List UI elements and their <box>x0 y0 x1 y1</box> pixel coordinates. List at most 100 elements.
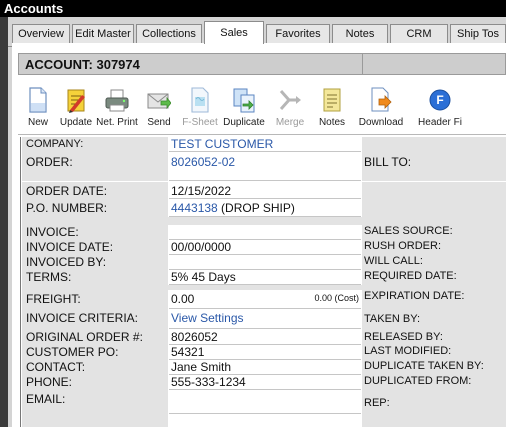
order-form: COMPANY: TEST CUSTOMER ORDER: 8026052-02… <box>20 137 506 427</box>
last-modified-label: LAST MODIFIED: <box>362 345 506 360</box>
net-print-button[interactable]: Net. Print <box>96 83 138 133</box>
row-po-number: P.O. NUMBER: 4443138 (DROP SHIP) <box>22 199 506 217</box>
duplicated-from-label: DUPLICATED FROM: <box>362 375 506 390</box>
merge-label: Merge <box>275 117 305 128</box>
account-title: ACCOUNT: 307974 <box>25 57 140 72</box>
header-file-icon: F <box>429 89 451 111</box>
po-number-suffix: (DROP SHIP) <box>217 201 295 215</box>
contact-value: Jane Smith <box>169 360 361 375</box>
notes-icon <box>323 88 341 112</box>
terms-label: TERMS: <box>22 270 168 285</box>
view-settings-link[interactable]: View Settings <box>169 309 361 329</box>
tab-sales[interactable]: Sales <box>204 21 264 44</box>
row-invoice-date: INVOICE DATE: 00/00/0000 RUSH ORDER: <box>22 240 506 255</box>
row-customer-po: CUSTOMER PO: 54321 LAST MODIFIED: <box>22 345 506 360</box>
freight-cost: 0.00 (Cost) <box>314 293 359 303</box>
freight-label: FREIGHT: <box>22 290 168 309</box>
notes-button[interactable]: Notes <box>312 83 352 133</box>
new-button[interactable]: New <box>20 83 56 133</box>
row-freight: FREIGHT: 0.00 0.00 (Cost) EXPIRATION DATE… <box>22 290 506 309</box>
svg-text:F: F <box>436 93 443 107</box>
company-value[interactable]: TEST CUSTOMER <box>169 137 361 152</box>
released-by-label: RELEASED BY: <box>362 329 506 345</box>
spacer-row <box>22 217 506 225</box>
accounts-panel: Overview Edit Master Collections Sales F… <box>8 17 506 427</box>
row-order-date: ORDER DATE: 12/15/2022 <box>22 182 506 199</box>
invoice-criteria-label: INVOICE CRITERIA: <box>22 309 168 329</box>
will-call-label: WILL CALL: <box>362 255 506 270</box>
window-title: Accounts <box>0 0 506 17</box>
order-label: ORDER: <box>22 152 168 181</box>
duplicate-icon <box>233 88 255 113</box>
update-label: Update <box>59 117 93 128</box>
expiration-date-label: EXPIRATION DATE: <box>362 290 506 309</box>
merge-button[interactable]: Merge <box>270 83 310 133</box>
update-button[interactable]: Update <box>58 83 94 133</box>
download-icon <box>371 87 392 112</box>
tab-crm[interactable]: CRM <box>390 24 448 43</box>
phone-value: 555-333-1234 <box>169 375 361 390</box>
sales-source-label: SALES SOURCE: <box>362 225 506 240</box>
download-label: Download <box>358 117 404 128</box>
company-right-cell <box>362 137 506 152</box>
invoiced-by-value <box>169 255 361 270</box>
printer-icon <box>105 89 129 112</box>
tab-overview[interactable]: Overview <box>12 24 70 43</box>
header-file-button[interactable]: F Header Fi <box>410 83 470 133</box>
tab-edit-master[interactable]: Edit Master <box>72 24 134 43</box>
email-label: EMAIL: <box>22 390 168 427</box>
order-date-right-cell <box>362 182 506 199</box>
order-date-label: ORDER DATE: <box>22 182 168 199</box>
rep-label: REP: <box>362 390 506 427</box>
new-label: New <box>27 117 48 128</box>
tab-ship-tos[interactable]: Ship Tos <box>450 24 506 43</box>
fsheet-button[interactable]: F-Sheet <box>180 83 220 133</box>
net-print-label: Net. Print <box>96 117 138 128</box>
fsheet-document-icon <box>191 87 209 113</box>
toolbar-separator <box>18 134 506 135</box>
duplicate-button[interactable]: Duplicate <box>220 83 268 133</box>
send-button[interactable]: Send <box>140 83 178 133</box>
row-terms: TERMS: 5% 45 Days REQUIRED DATE: <box>22 270 506 285</box>
duplicate-label: Duplicate <box>223 117 265 128</box>
fsheet-label: F-Sheet <box>182 117 218 128</box>
tab-favorites[interactable]: Favorites <box>266 24 330 43</box>
row-invoice-criteria: INVOICE CRITERIA: View Settings TAKEN BY… <box>22 309 506 329</box>
invoice-value <box>169 225 361 240</box>
order-value[interactable]: 8026052-02 <box>169 152 361 181</box>
customer-po-value: 54321 <box>169 345 361 360</box>
tab-notes[interactable]: Notes <box>332 24 388 43</box>
po-right-cell <box>362 199 506 217</box>
row-phone: PHONE: 555-333-1234 DUPLICATED FROM: <box>22 375 506 390</box>
company-label: COMPANY: <box>22 137 168 152</box>
po-number-value: 4443138 (DROP SHIP) <box>169 199 361 217</box>
email-value <box>169 390 361 414</box>
row-company: COMPANY: TEST CUSTOMER <box>22 137 506 152</box>
account-header: ACCOUNT: 307974 <box>18 53 506 75</box>
row-contact: CONTACT: Jane Smith DUPLICATE TAKEN BY: <box>22 360 506 375</box>
row-order: ORDER: 8026052-02 BILL TO: <box>22 152 506 181</box>
customer-po-label: CUSTOMER PO: <box>22 345 168 360</box>
row-invoiced-by: INVOICED BY: WILL CALL: <box>22 255 506 270</box>
taken-by-label: TAKEN BY: <box>362 309 506 329</box>
update-notepad-icon <box>67 89 85 113</box>
merge-icon <box>279 90 301 110</box>
sales-content: ACCOUNT: 307974 New Update Net. Print Se… <box>12 43 506 427</box>
toolbar: New Update Net. Print Send F-Sheet Dupli… <box>16 83 506 133</box>
original-order-label: ORIGINAL ORDER #: <box>22 329 168 345</box>
po-number-link[interactable]: 4443138 <box>171 201 218 215</box>
send-envelope-icon <box>147 93 171 110</box>
header-divider <box>362 54 363 74</box>
invoice-date-value: 00/00/0000 <box>169 240 361 255</box>
tab-bar: Overview Edit Master Collections Sales F… <box>8 21 506 47</box>
invoice-date-label: INVOICE DATE: <box>22 240 168 255</box>
download-button[interactable]: Download <box>354 83 408 133</box>
phone-label: PHONE: <box>22 375 168 390</box>
tab-collections[interactable]: Collections <box>136 24 202 43</box>
freight-value-cell: 0.00 0.00 (Cost) <box>169 290 361 309</box>
invoice-label: INVOICE: <box>22 225 168 240</box>
terms-value: 5% 45 Days <box>169 270 361 285</box>
invoiced-by-label: INVOICED BY: <box>22 255 168 270</box>
original-order-value: 8026052 <box>169 329 361 345</box>
row-invoice: INVOICE: SALES SOURCE: <box>22 225 506 240</box>
